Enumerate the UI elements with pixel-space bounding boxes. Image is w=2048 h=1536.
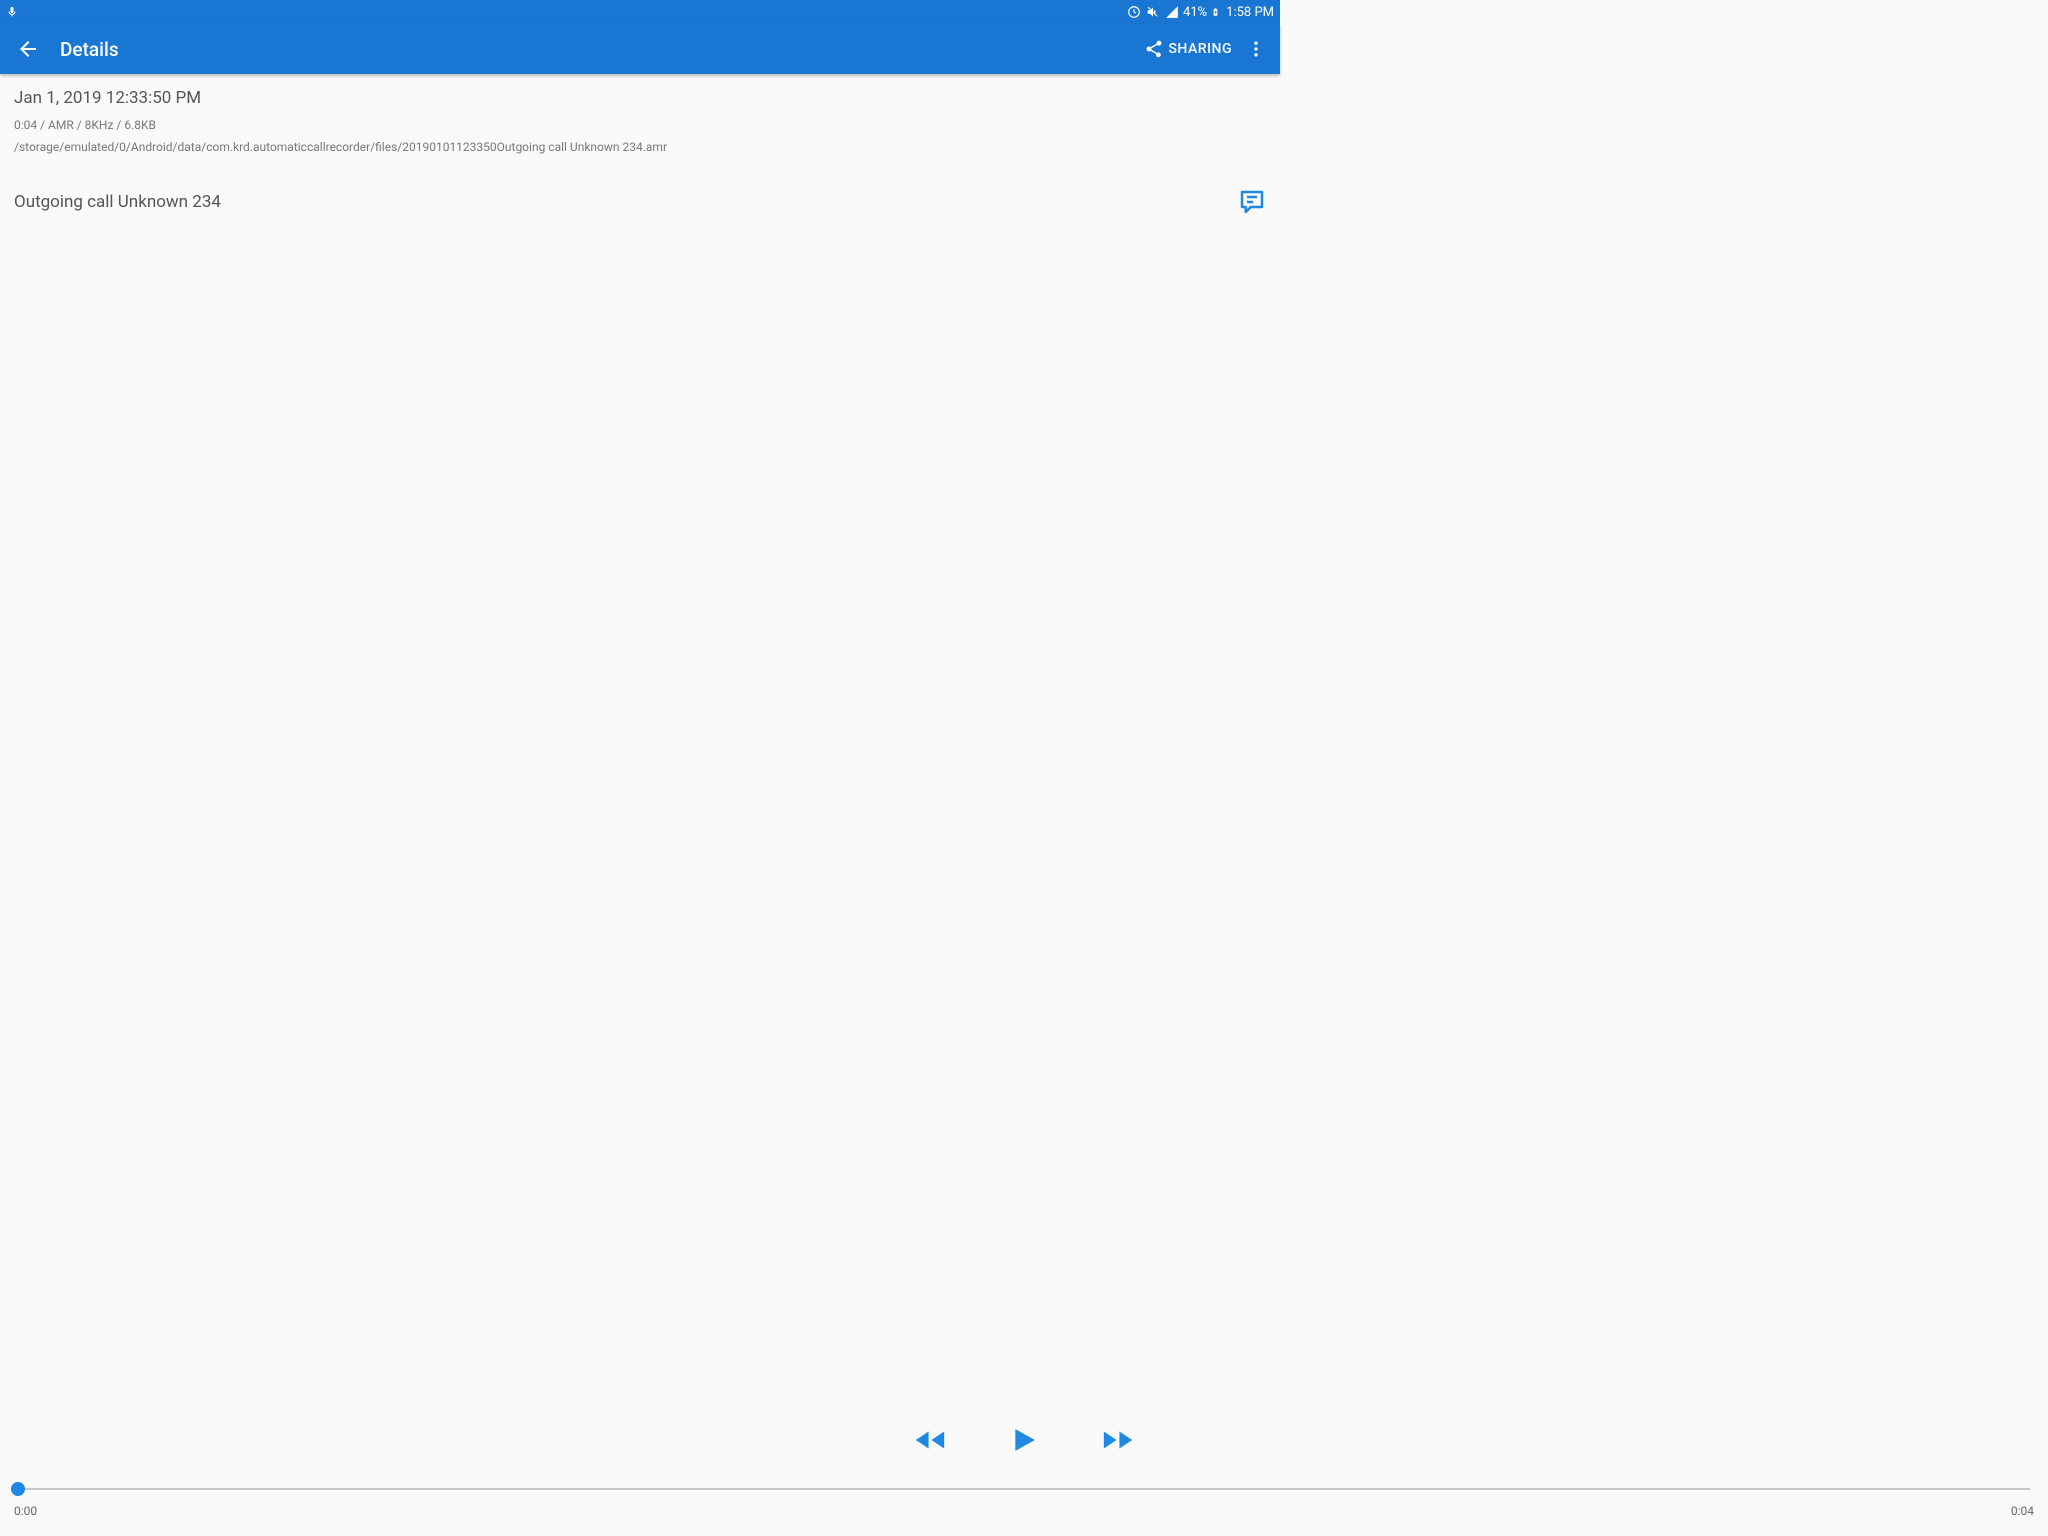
- sync-icon: [1127, 5, 1141, 19]
- battery-percent: 41%: [1183, 5, 1207, 20]
- status-bar: 41% 1:58 PM: [0, 0, 1280, 24]
- mute-icon: [1145, 5, 1161, 19]
- recording-meta: 0:04 / AMR / 8KHz / 6.8KB: [14, 118, 1266, 132]
- signal-icon: [1165, 5, 1179, 19]
- rewind-button[interactable]: [913, 1428, 947, 1452]
- recording-timestamp: Jan 1, 2019 12:33:50 PM: [14, 88, 1266, 108]
- page-title: Details: [60, 38, 119, 61]
- status-clock: 1:58 PM: [1224, 5, 1274, 20]
- back-button[interactable]: [8, 29, 48, 69]
- app-bar: Details SHARING: [0, 24, 1280, 74]
- time-total: 0:04: [2011, 1504, 2034, 1518]
- time-current: 0:00: [14, 1504, 37, 1518]
- recording-filepath: /storage/emulated/0/Android/data/com.krd…: [14, 140, 1266, 154]
- details-content: Jan 1, 2019 12:33:50 PM 0:04 / AMR / 8KH…: [0, 74, 1280, 222]
- sharing-label: SHARING: [1168, 41, 1232, 57]
- sharing-button[interactable]: SHARING: [1136, 39, 1240, 59]
- battery-icon: [1211, 5, 1220, 19]
- share-icon: [1144, 39, 1164, 59]
- overflow-menu-button[interactable]: [1240, 29, 1272, 69]
- note-button[interactable]: [1232, 182, 1272, 222]
- seek-thumb[interactable]: [11, 1482, 25, 1496]
- forward-button[interactable]: [1101, 1428, 1135, 1452]
- play-button[interactable]: [1011, 1426, 1037, 1454]
- mic-icon: [6, 5, 18, 19]
- audio-player: 0:00 0:04: [0, 1426, 2048, 1536]
- recording-title: Outgoing call Unknown 234: [14, 192, 1232, 212]
- seek-bar[interactable]: [14, 1482, 2034, 1496]
